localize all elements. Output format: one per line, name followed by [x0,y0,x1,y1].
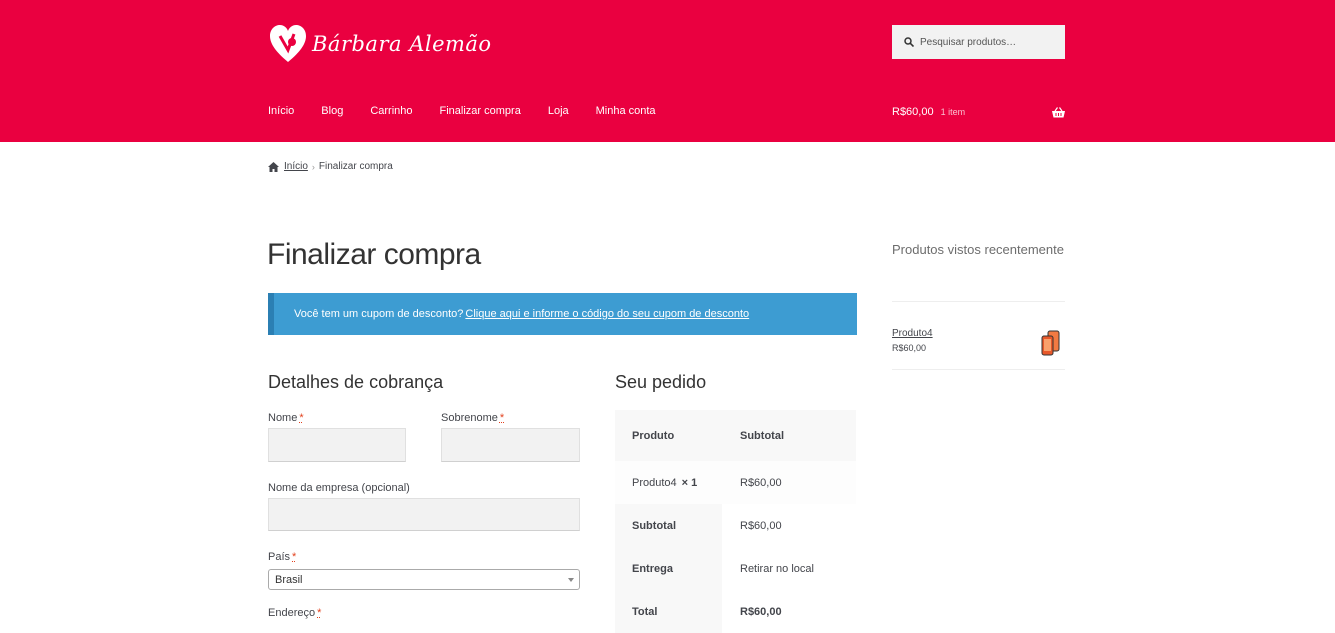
search-icon [904,37,914,47]
recently-viewed-title: Produtos vistos recentemente [892,242,1064,257]
total-value: R$60,00 [722,590,856,633]
first-name-field[interactable] [268,428,406,462]
last-name-field[interactable] [441,428,580,462]
breadcrumb-current: Finalizar compra [318,161,393,172]
last-name-label: Sobrenome * [441,412,504,424]
site-header: Bárbara Alemão Início Blog Carrinho Fina… [0,0,1335,142]
order-item-name-cell: Produto4 × 1 [615,461,722,504]
nav-item-blog[interactable]: Blog [321,105,343,117]
divider [892,369,1065,370]
cart-total: R$60,00 [892,106,934,118]
order-total-row: Total R$60,00 [615,590,856,633]
breadcrumb-separator: › [311,161,315,172]
recently-viewed-product-link[interactable]: Produto4 [892,328,1065,339]
required-mark: * [292,551,297,563]
shipping-label: Entrega [615,547,722,590]
billing-heading: Detalhes de cobrança [268,372,444,392]
home-icon [268,161,279,172]
country-select[interactable]: Brasil [268,569,580,590]
required-mark: * [299,412,304,424]
last-name-label-text: Sobrenome [441,412,498,424]
order-shipping-row: Entrega Retirar no local [615,547,856,590]
coupon-notice: Você tem um cupom de desconto? Clique aq… [268,293,857,335]
page-title: Finalizar compra [267,238,481,271]
order-table-header: Produto Subtotal [615,410,856,461]
recently-viewed-product-price: R$60,00 [892,343,927,353]
order-item-name: Produto4 [632,476,677,489]
required-mark: * [499,412,505,424]
order-item-qty: × 1 [681,476,698,489]
country-label-text: País [268,551,291,563]
site-logo[interactable]: Bárbara Alemão [268,22,492,66]
order-item-price: R$60,00 [740,476,782,489]
company-label: Nome da empresa (opcional) [268,482,410,494]
chevron-down-icon [568,578,574,582]
order-subtotal-row: Subtotal R$60,00 [615,504,856,547]
coupon-toggle-link[interactable]: Clique aqui e informe o código do seu cu… [465,308,749,320]
shipping-value: Retirar no local [722,547,856,590]
nav-item-inicio[interactable]: Início [268,105,294,117]
breadcrumb-home-link[interactable]: Início [284,161,308,172]
search-bar[interactable] [892,25,1065,59]
total-label: Total [615,590,722,633]
order-heading: Seu pedido [615,372,707,392]
coupon-notice-text: Você tem um cupom de desconto? [294,308,464,320]
nav-item-loja[interactable]: Loja [548,105,569,117]
first-name-label: Nome * [268,412,304,424]
primary-nav: Início Blog Carrinho Finalizar compra Lo… [268,105,683,117]
divider [892,301,1065,302]
company-field[interactable] [268,498,580,531]
phone-thumbnail-icon[interactable] [1041,330,1061,356]
subtotal-value: R$60,00 [722,504,856,547]
first-name-label-text: Nome [268,412,298,424]
order-review-table: Produto Subtotal Produto4 × 1 R$60,00 Su… [615,410,856,633]
address-label-text: Endereço [268,607,316,619]
country-label: País * [268,551,296,563]
basket-icon [1052,106,1065,117]
col-subtotal-header: Subtotal [740,429,784,442]
heart-logo-icon [270,25,306,62]
country-select-value: Brasil [275,573,303,586]
breadcrumb: Início › Finalizar compra [268,161,393,172]
subtotal-label: Subtotal [615,504,722,547]
address-label: Endereço * [268,607,321,619]
col-product-header: Produto [632,429,675,442]
nav-item-finalizar-compra[interactable]: Finalizar compra [440,105,521,117]
order-item-row: Produto4 × 1 R$60,00 [615,461,856,504]
required-mark: * [317,607,322,619]
nav-item-minha-conta[interactable]: Minha conta [596,105,656,117]
header-cart[interactable]: R$60,00 1 item [892,106,1065,118]
search-input[interactable] [920,36,1060,48]
site-logo-text: Bárbara Alemão [312,32,492,56]
recently-viewed-item: Produto4 R$60,00 [892,328,1065,358]
nav-item-carrinho[interactable]: Carrinho [370,105,412,117]
cart-count: 1 item [940,107,966,117]
